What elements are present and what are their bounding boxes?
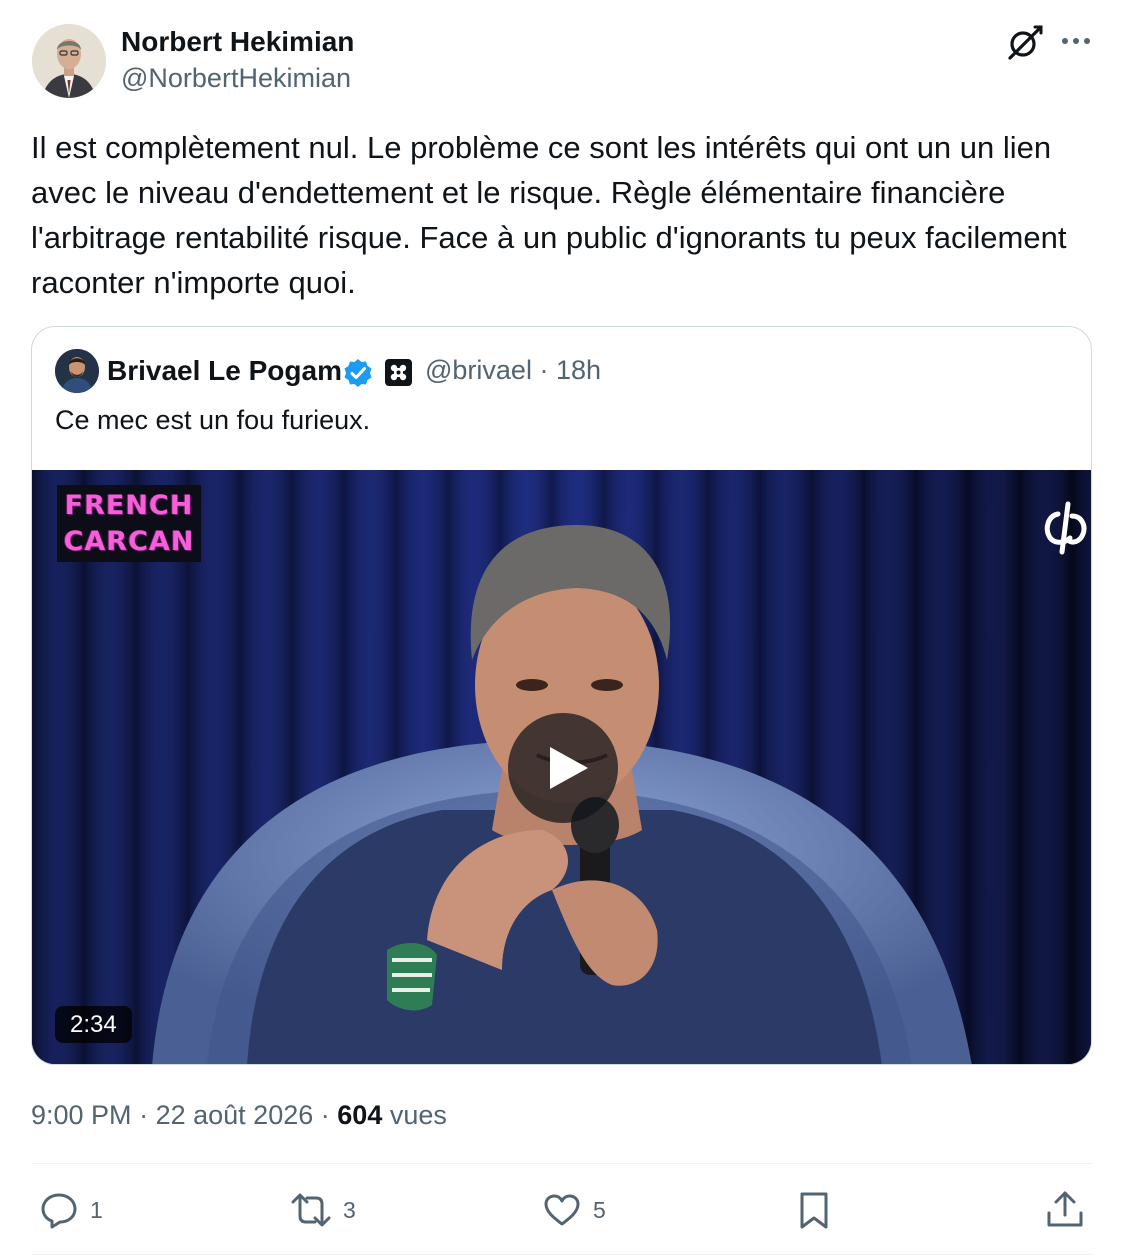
- tweet-time[interactable]: 9:00 PM: [31, 1100, 132, 1130]
- verified-badge-icon: [342, 357, 374, 389]
- video-logo-line1: FRENCH: [64, 489, 194, 521]
- tweet-date[interactable]: 22 août 2026: [156, 1100, 314, 1130]
- tweet-metadata: 9:00 PM · 22 août 2026 · 604 vues: [31, 1100, 447, 1131]
- play-button[interactable]: [508, 713, 618, 823]
- separator: ·: [539, 355, 549, 385]
- views-label: vues: [389, 1100, 447, 1130]
- like-button[interactable]: 5: [541, 1189, 606, 1231]
- grok-icon[interactable]: [1004, 22, 1046, 64]
- video-player[interactable]: FRENCH CARCAN 2:34: [32, 470, 1091, 1064]
- quote-handle[interactable]: @brivael: [425, 355, 532, 385]
- author-handle[interactable]: @NorbertHekimian: [121, 63, 351, 94]
- channel-phi-icon: [1042, 500, 1088, 556]
- retweet-icon: [291, 1193, 331, 1227]
- bookmark-button[interactable]: [793, 1189, 835, 1231]
- tweet-text: Il est complètement nul. Le problème ce …: [31, 130, 1067, 300]
- video-watermark-logo: FRENCH CARCAN: [57, 485, 201, 562]
- divider: [31, 1254, 1092, 1255]
- quote-text: Ce mec est un fou furieux.: [55, 405, 371, 435]
- quoted-tweet[interactable]: Brivael Le Pogam @brivael · 18h Ce mec e…: [31, 326, 1092, 1065]
- play-icon: [550, 747, 588, 789]
- reply-count: 1: [90, 1196, 103, 1223]
- divider: [31, 1163, 1092, 1164]
- quote-time[interactable]: 18h: [556, 355, 601, 385]
- like-icon: [544, 1194, 580, 1226]
- bookmark-icon: [800, 1192, 828, 1229]
- quote-avatar-image: [55, 349, 99, 393]
- retweet-button[interactable]: 3: [289, 1189, 356, 1231]
- affiliate-badge-icon[interactable]: [384, 358, 413, 387]
- more-icon[interactable]: [1058, 22, 1094, 62]
- separator: ·: [320, 1100, 330, 1130]
- reply-button[interactable]: 1: [38, 1189, 103, 1231]
- retweet-count: 3: [343, 1196, 356, 1223]
- quote-handle-time: @brivael · 18h: [425, 355, 601, 386]
- author-avatar-image: [32, 24, 106, 98]
- video-duration-badge: 2:34: [55, 1006, 132, 1043]
- video-logo-line2: CARCAN: [63, 525, 195, 557]
- quote-author-name[interactable]: Brivael Le Pogam: [107, 355, 342, 387]
- author-avatar[interactable]: [32, 24, 106, 98]
- reply-icon: [41, 1193, 77, 1229]
- quote-author-avatar[interactable]: [55, 349, 99, 393]
- author-name[interactable]: Norbert Hekimian: [121, 26, 354, 58]
- like-count: 5: [593, 1196, 606, 1223]
- views-count: 604: [337, 1100, 383, 1130]
- separator: ·: [139, 1100, 149, 1130]
- share-icon: [1047, 1191, 1083, 1227]
- share-button[interactable]: [1044, 1189, 1086, 1231]
